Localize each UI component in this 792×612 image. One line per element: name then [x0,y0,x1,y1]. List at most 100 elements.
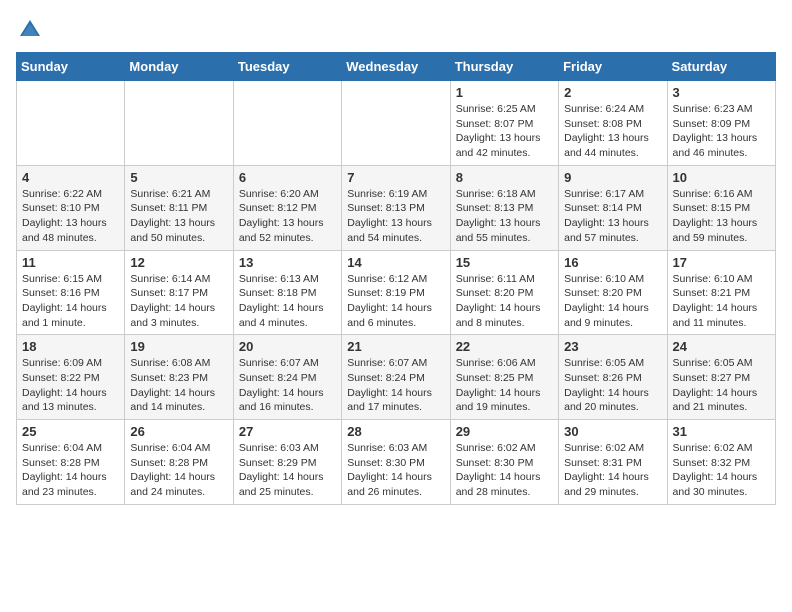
day-number: 29 [456,424,553,439]
day-number: 1 [456,85,553,100]
calendar-cell: 30Sunrise: 6:02 AM Sunset: 8:31 PM Dayli… [559,420,667,505]
day-info: Sunrise: 6:13 AM Sunset: 8:18 PM Dayligh… [239,272,336,331]
day-number: 28 [347,424,444,439]
calendar-cell: 22Sunrise: 6:06 AM Sunset: 8:25 PM Dayli… [450,335,558,420]
day-info: Sunrise: 6:10 AM Sunset: 8:20 PM Dayligh… [564,272,661,331]
calendar-header-monday: Monday [125,53,233,81]
day-info: Sunrise: 6:19 AM Sunset: 8:13 PM Dayligh… [347,187,444,246]
day-number: 3 [673,85,770,100]
day-number: 21 [347,339,444,354]
day-number: 10 [673,170,770,185]
calendar-cell: 7 Sunrise: 6:19 AM Sunset: 8:13 PM Daylig… [342,165,450,250]
day-info: Sunrise: 6:04 AM Sunset: 8:28 PM Dayligh… [130,441,227,500]
day-number: 15 [456,255,553,270]
calendar-week-row: 25 Sunrise: 6:04 AM Sunset: 8:28 PM Dayli… [17,420,776,505]
day-info: Sunrise: 6:15 AM Sunset: 8:16 PM Dayligh… [22,272,119,331]
day-info: Sunrise: 6:22 AM Sunset: 8:10 PM Dayligh… [22,187,119,246]
day-info: Sunrise: 6:07 AM Sunset: 8:24 PM Dayligh… [347,356,444,415]
day-number: 8 [456,170,553,185]
calendar-cell [342,81,450,166]
calendar-week-row: 11 Sunrise: 6:15 AM Sunset: 8:16 PM Dayli… [17,250,776,335]
day-number: 17 [673,255,770,270]
calendar-cell: 1 Sunrise: 6:25 AM Sunset: 8:07 PM Daylig… [450,81,558,166]
day-info: Sunrise: 6:24 AM Sunset: 8:08 PM Dayligh… [564,102,661,161]
calendar-cell: 11 Sunrise: 6:15 AM Sunset: 8:16 PM Dayli… [17,250,125,335]
calendar-cell: 27 Sunrise: 6:03 AM Sunset: 8:29 PM Dayli… [233,420,341,505]
calendar-cell: 21 Sunrise: 6:07 AM Sunset: 8:24 PM Dayli… [342,335,450,420]
calendar-cell: 10 Sunrise: 6:16 AM Sunset: 8:15 PM Dayli… [667,165,775,250]
calendar-cell: 31Sunrise: 6:02 AM Sunset: 8:32 PM Dayli… [667,420,775,505]
calendar-cell: 5 Sunrise: 6:21 AM Sunset: 8:11 PM Daylig… [125,165,233,250]
day-info: Sunrise: 6:02 AM Sunset: 8:30 PM Dayligh… [456,441,553,500]
day-info: Sunrise: 6:05 AM Sunset: 8:26 PM Dayligh… [564,356,661,415]
calendar-cell: 24Sunrise: 6:05 AM Sunset: 8:27 PM Dayli… [667,335,775,420]
day-info: Sunrise: 6:10 AM Sunset: 8:21 PM Dayligh… [673,272,770,331]
day-info: Sunrise: 6:02 AM Sunset: 8:31 PM Dayligh… [564,441,661,500]
calendar-header-friday: Friday [559,53,667,81]
day-info: Sunrise: 6:25 AM Sunset: 8:07 PM Dayligh… [456,102,553,161]
day-info: Sunrise: 6:04 AM Sunset: 8:28 PM Dayligh… [22,441,119,500]
day-number: 11 [22,255,119,270]
calendar-cell: 23Sunrise: 6:05 AM Sunset: 8:26 PM Dayli… [559,335,667,420]
day-number: 9 [564,170,661,185]
day-info: Sunrise: 6:17 AM Sunset: 8:14 PM Dayligh… [564,187,661,246]
calendar-cell: 3 Sunrise: 6:23 AM Sunset: 8:09 PM Daylig… [667,81,775,166]
calendar-cell [17,81,125,166]
day-info: Sunrise: 6:12 AM Sunset: 8:19 PM Dayligh… [347,272,444,331]
day-info: Sunrise: 6:16 AM Sunset: 8:15 PM Dayligh… [673,187,770,246]
day-number: 13 [239,255,336,270]
calendar-cell: 20 Sunrise: 6:07 AM Sunset: 8:24 PM Dayli… [233,335,341,420]
day-number: 27 [239,424,336,439]
day-info: Sunrise: 6:03 AM Sunset: 8:29 PM Dayligh… [239,441,336,500]
calendar-cell: 8Sunrise: 6:18 AM Sunset: 8:13 PM Daylig… [450,165,558,250]
calendar-header-tuesday: Tuesday [233,53,341,81]
day-info: Sunrise: 6:06 AM Sunset: 8:25 PM Dayligh… [456,356,553,415]
calendar-header-saturday: Saturday [667,53,775,81]
day-info: Sunrise: 6:07 AM Sunset: 8:24 PM Dayligh… [239,356,336,415]
calendar-cell: 9 Sunrise: 6:17 AM Sunset: 8:14 PM Daylig… [559,165,667,250]
calendar-header-sunday: Sunday [17,53,125,81]
day-info: Sunrise: 6:14 AM Sunset: 8:17 PM Dayligh… [130,272,227,331]
calendar-week-row: 18 Sunrise: 6:09 AM Sunset: 8:22 PM Dayli… [17,335,776,420]
day-number: 16 [564,255,661,270]
calendar-cell: 14 Sunrise: 6:12 AM Sunset: 8:19 PM Dayli… [342,250,450,335]
calendar-cell: 17 Sunrise: 6:10 AM Sunset: 8:21 PM Dayli… [667,250,775,335]
day-number: 7 [347,170,444,185]
calendar-week-row: 1 Sunrise: 6:25 AM Sunset: 8:07 PM Daylig… [17,81,776,166]
day-number: 14 [347,255,444,270]
calendar-cell: 16 Sunrise: 6:10 AM Sunset: 8:20 PM Dayli… [559,250,667,335]
day-info: Sunrise: 6:20 AM Sunset: 8:12 PM Dayligh… [239,187,336,246]
logo-icon [16,16,44,44]
day-number: 2 [564,85,661,100]
day-info: Sunrise: 6:09 AM Sunset: 8:22 PM Dayligh… [22,356,119,415]
day-info: Sunrise: 6:21 AM Sunset: 8:11 PM Dayligh… [130,187,227,246]
day-number: 25 [22,424,119,439]
calendar-cell: 26 Sunrise: 6:04 AM Sunset: 8:28 PM Dayli… [125,420,233,505]
calendar-cell: 13 Sunrise: 6:13 AM Sunset: 8:18 PM Dayli… [233,250,341,335]
day-number: 12 [130,255,227,270]
calendar-header-wednesday: Wednesday [342,53,450,81]
day-number: 19 [130,339,227,354]
day-number: 20 [239,339,336,354]
calendar-cell: 19Sunrise: 6:08 AM Sunset: 8:23 PM Dayli… [125,335,233,420]
day-number: 6 [239,170,336,185]
calendar-cell: 18 Sunrise: 6:09 AM Sunset: 8:22 PM Dayli… [17,335,125,420]
calendar-header-thursday: Thursday [450,53,558,81]
calendar-cell: 4 Sunrise: 6:22 AM Sunset: 8:10 PM Daylig… [17,165,125,250]
calendar-cell: 28 Sunrise: 6:03 AM Sunset: 8:30 PM Dayli… [342,420,450,505]
day-info: Sunrise: 6:23 AM Sunset: 8:09 PM Dayligh… [673,102,770,161]
calendar-cell [233,81,341,166]
day-number: 5 [130,170,227,185]
calendar-cell: 12 Sunrise: 6:14 AM Sunset: 8:17 PM Dayli… [125,250,233,335]
day-info: Sunrise: 6:11 AM Sunset: 8:20 PM Dayligh… [456,272,553,331]
calendar-cell [125,81,233,166]
day-number: 4 [22,170,119,185]
calendar-cell: 2 Sunrise: 6:24 AM Sunset: 8:08 PM Daylig… [559,81,667,166]
calendar-cell: 15 Sunrise: 6:11 AM Sunset: 8:20 PM Dayli… [450,250,558,335]
logo [16,16,48,44]
day-number: 31 [673,424,770,439]
day-info: Sunrise: 6:03 AM Sunset: 8:30 PM Dayligh… [347,441,444,500]
day-number: 26 [130,424,227,439]
day-number: 18 [22,339,119,354]
calendar-table: SundayMondayTuesdayWednesdayThursdayFrid… [16,52,776,505]
